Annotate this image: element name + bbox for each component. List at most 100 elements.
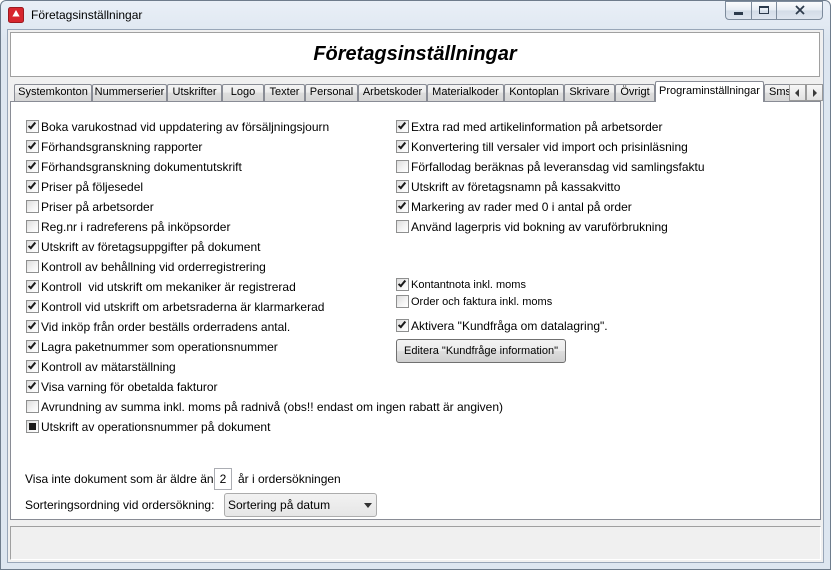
tab-strip: Systemkonton Nummerserier Utskrifter Log… — [12, 80, 789, 102]
tab-programinstallningar[interactable]: Programinställningar — [655, 81, 764, 102]
option-regnr-radreferens[interactable]: Reg.nr i radreferens på inköpsorder — [24, 219, 389, 239]
maximize-icon — [759, 6, 769, 14]
checkbox[interactable] — [26, 400, 39, 413]
option-label: Extra rad med artikelinformation på arbe… — [411, 120, 663, 134]
option-kontroll-behallning[interactable]: Kontroll av behållning vid orderregistre… — [24, 259, 389, 279]
checkbox[interactable] — [396, 140, 409, 153]
checkmark-icon — [27, 160, 37, 170]
option-konvertering-versaler[interactable]: Konvertering till versaler vid import oc… — [394, 139, 814, 159]
option-markering-rader-noll[interactable]: Markering av rader med 0 i antal på orde… — [394, 199, 814, 219]
doc-age-input[interactable] — [214, 468, 232, 490]
option-label: Priser på arbetsorder — [41, 200, 154, 214]
option-extra-rad-artikelinformation[interactable]: Extra rad med artikelinformation på arbe… — [394, 119, 814, 139]
option-forfallodag-leveransdag[interactable]: Förfallodag beräknas på leveransdag vid … — [394, 159, 814, 179]
tab-scroll-right-button[interactable] — [806, 84, 823, 101]
sort-order-select[interactable]: Sortering på datum — [224, 493, 377, 517]
option-anvand-lagerpris[interactable]: Använd lagerpris vid bokning av varuförb… — [394, 219, 814, 239]
checkbox[interactable] — [26, 280, 39, 293]
checkbox[interactable] — [26, 420, 39, 433]
option-label: Order och faktura inkl. moms — [411, 296, 553, 308]
close-button[interactable] — [776, 1, 823, 20]
checkbox[interactable] — [26, 160, 39, 173]
option-aktivera-kundfraga[interactable]: Aktivera "Kundfråga om datalagring". — [394, 318, 814, 334]
checkbox[interactable] — [396, 220, 409, 233]
checkbox[interactable] — [396, 200, 409, 213]
option-priser-foljesedel[interactable]: Priser på följesedel — [24, 179, 389, 199]
tab-label: Sms — [769, 86, 789, 98]
option-label: Kontroll av behållning vid orderregistre… — [41, 260, 266, 274]
option-label: Markering av rader med 0 i antal på orde… — [411, 200, 632, 214]
checkmark-icon — [27, 240, 37, 250]
option-label: Utskrift av företagsnamn på kassakvitto — [411, 180, 621, 194]
option-varning-obetalda-fakturor[interactable]: Visa varning för obetalda fakturor — [24, 379, 389, 399]
option-kontroll-klarmarkerade[interactable]: Kontroll vid utskrift om arbetsraderna ä… — [24, 299, 389, 319]
checkbox[interactable] — [26, 240, 39, 253]
tab-scroll-left-button[interactable] — [789, 84, 806, 101]
tab-arbetskoder[interactable]: Arbetskoder — [358, 84, 427, 101]
maximize-button[interactable] — [751, 1, 777, 20]
option-utskrift-foretagsnamn-kassakvitto[interactable]: Utskrift av företagsnamn på kassakvitto — [394, 179, 814, 199]
option-label: Förhandsgranskning dokumentutskrift — [41, 160, 242, 174]
option-forhandsgranskning-dokumentutskrift[interactable]: Förhandsgranskning dokumentutskrift — [24, 159, 389, 179]
tab-personal[interactable]: Personal — [305, 84, 358, 101]
option-label: Utskrift av operationsnummer på dokument — [41, 420, 271, 434]
option-label: Reg.nr i radreferens på inköpsorder — [41, 220, 231, 234]
checkbox[interactable] — [26, 300, 39, 313]
minimize-button[interactable] — [725, 1, 752, 20]
checkbox[interactable] — [26, 380, 39, 393]
option-label: Avrundning av summa inkl. moms på radniv… — [41, 400, 504, 414]
checkbox[interactable] — [26, 200, 39, 213]
checkbox[interactable] — [396, 319, 409, 332]
checkbox[interactable] — [26, 320, 39, 333]
option-order-faktura-inkl-moms[interactable]: Order och faktura inkl. moms — [394, 294, 814, 310]
checkbox[interactable] — [396, 180, 409, 193]
option-label: Förfallodag beräknas på leveransdag vid … — [411, 160, 705, 174]
tab-sms[interactable]: Sms — [764, 84, 789, 101]
option-utskrift-operationsnummer[interactable]: Utskrift av operationsnummer på dokument — [24, 419, 389, 439]
checkmark-icon — [27, 280, 37, 290]
checkmark-icon — [27, 180, 37, 190]
checkbox[interactable] — [396, 295, 409, 308]
checkmark-icon — [397, 120, 407, 130]
option-utskrift-foretagsuppgifter[interactable]: Utskrift av företagsuppgifter på dokumen… — [24, 239, 389, 259]
tab-kontoplan[interactable]: Kontoplan — [504, 84, 564, 101]
checkbox[interactable] — [26, 260, 39, 273]
option-boka-varukostnad[interactable]: Boka varukostnad vid uppdatering av förs… — [24, 119, 389, 139]
checkbox[interactable] — [26, 140, 39, 153]
option-priser-arbetsorder[interactable]: Priser på arbetsorder — [24, 199, 389, 219]
option-label: Använd lagerpris vid bokning av varuförb… — [411, 220, 668, 234]
option-label: Utskrift av företagsuppgifter på dokumen… — [41, 240, 261, 254]
checkmark-icon — [29, 423, 36, 430]
tab-materialkoder[interactable]: Materialkoder — [427, 84, 504, 101]
checkbox[interactable] — [26, 180, 39, 193]
tab-systemkonton[interactable]: Systemkonton — [14, 84, 92, 101]
tab-nummerserier[interactable]: Nummerserier — [92, 84, 167, 101]
tab-ovrigt[interactable]: Övrigt — [615, 84, 655, 101]
tab-utskrifter[interactable]: Utskrifter — [167, 84, 222, 101]
option-forhandsgranskning-rapporter[interactable]: Förhandsgranskning rapporter — [24, 139, 389, 159]
edit-kundfrage-button[interactable]: Editera "Kundfråge information" — [396, 339, 566, 363]
option-kontroll-matarstallning[interactable]: Kontroll av mätarställning — [24, 359, 389, 379]
status-bar — [10, 526, 821, 560]
checkbox[interactable] — [26, 340, 39, 353]
option-label: Visa varning för obetalda fakturor — [41, 380, 218, 394]
tab-logo[interactable]: Logo — [222, 84, 264, 101]
checkmark-icon — [397, 200, 407, 210]
tab-texter[interactable]: Texter — [264, 84, 305, 101]
checkbox[interactable] — [26, 220, 39, 233]
checkbox[interactable] — [396, 160, 409, 173]
checkbox[interactable] — [26, 360, 39, 373]
tab-skrivare[interactable]: Skrivare — [564, 84, 615, 101]
checkbox[interactable] — [396, 120, 409, 133]
tab-label: Kontoplan — [509, 86, 559, 98]
checkbox[interactable] — [26, 120, 39, 133]
tab-label: Nummerserier — [94, 86, 165, 98]
option-lagra-paketnummer[interactable]: Lagra paketnummer som operationsnummer — [24, 339, 389, 359]
option-inkop-orderradens-antal[interactable]: Vid inköp från order beställs orderraden… — [24, 319, 389, 339]
doc-age-suffix: år i ordersökningen — [238, 472, 341, 486]
checkbox[interactable] — [396, 278, 409, 291]
option-kontantnota-inkl-moms[interactable]: Kontantnota inkl. moms — [394, 277, 814, 293]
checkmark-icon — [27, 120, 37, 130]
option-avrundning-summa[interactable]: Avrundning av summa inkl. moms på radniv… — [24, 399, 503, 419]
option-kontroll-mekaniker[interactable]: Kontroll vid utskrift om mekaniker är re… — [24, 279, 389, 299]
